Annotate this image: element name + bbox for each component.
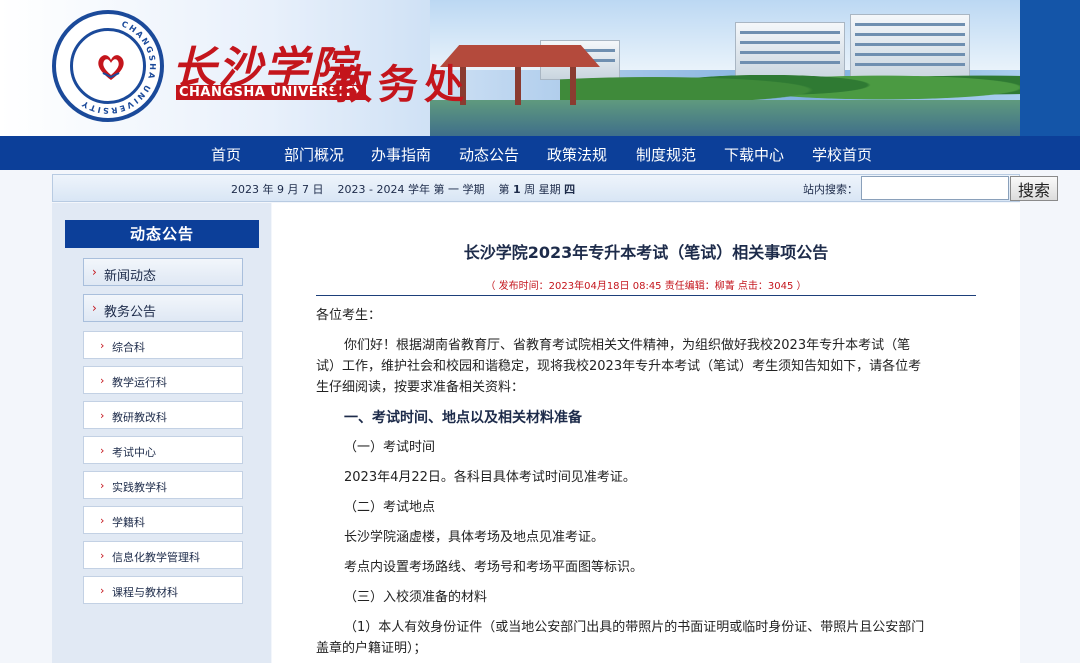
- chevron-right-icon: ›: [100, 549, 105, 562]
- article-intro-line: 你们好！根据湖南省教育厅、省教育考试院相关文件精神，为组织做好我校2023年专升…: [344, 338, 911, 353]
- logo-emblem: [70, 28, 146, 104]
- nav-home[interactable]: 首页: [211, 144, 241, 165]
- sidebar-item-reform[interactable]: › 教研教改科: [83, 401, 243, 429]
- article-meta: （ 发布时间：2023年04月18日 08:45 责任编辑：柳菁 点击：3045…: [485, 281, 807, 292]
- heart-book-icon: [98, 55, 124, 80]
- banner-edge: [1020, 0, 1080, 136]
- article-intro-line: 生仔细阅读，按要求准备相关资料：: [316, 380, 525, 395]
- article-paragraph: 长沙学院涵虚楼，具体考场及地点见准考证。: [344, 530, 605, 545]
- section-heading: 一、考试时间、地点以及相关材料准备: [344, 410, 582, 426]
- article-paragraph: 盖章的户籍证明）；: [316, 641, 427, 656]
- article-greeting: 各位考生：: [316, 308, 382, 323]
- article-paragraph: 2023年4月22日。各科目具体考试时间见准考证。: [344, 470, 636, 485]
- nav-guide[interactable]: 办事指南: [371, 144, 431, 165]
- nav-school-home[interactable]: 学校首页: [812, 144, 872, 165]
- main-nav: 首页 部门概况 办事指南 动态公告 政策法规 制度规范 下载中心 学校首页: [0, 136, 1080, 170]
- search-button[interactable]: 搜索: [1010, 176, 1058, 201]
- chevron-right-icon: ›: [92, 265, 97, 279]
- chevron-right-icon: ›: [100, 584, 105, 597]
- chevron-right-icon: ›: [92, 301, 97, 315]
- office-name: 教务处: [332, 61, 470, 108]
- sidebar-item-notices[interactable]: › 教务公告: [83, 294, 243, 322]
- academic-date: 2023 年 9 月 7 日 2023 - 2024 学年 第 一 学期 第 1…: [231, 183, 576, 196]
- title-divider: [316, 295, 976, 296]
- chevron-right-icon: ›: [100, 409, 105, 422]
- article-title: 长沙学院2023年专升本考试（笔试）相关事项公告: [463, 243, 829, 262]
- sidebar: 动态公告 › 新闻动态 › 教务公告 › 综合科 › 教学运行科 › 教研教改科…: [52, 203, 271, 663]
- sidebar-item-general[interactable]: › 综合科: [83, 331, 243, 359]
- chevron-right-icon: ›: [100, 444, 105, 457]
- nav-downloads[interactable]: 下载中心: [724, 144, 784, 165]
- sidebar-item-practice[interactable]: › 实践教学科: [83, 471, 243, 499]
- chevron-right-icon: ›: [100, 479, 105, 492]
- nav-regulations[interactable]: 制度规范: [636, 144, 696, 165]
- subsection-heading: （三）入校须准备的材料: [344, 590, 488, 605]
- sidebar-item-registry[interactable]: › 学籍科: [83, 506, 243, 534]
- article: 长沙学院2023年专升本考试（笔试）相关事项公告 （ 发布时间：2023年04月…: [272, 203, 1020, 663]
- sidebar-item-news[interactable]: › 新闻动态: [83, 258, 243, 286]
- chevron-right-icon: ›: [100, 339, 105, 352]
- sidebar-title: 动态公告: [65, 220, 259, 248]
- search-input[interactable]: [861, 176, 1009, 200]
- nav-department[interactable]: 部门概况: [284, 144, 344, 165]
- search-label: 站内搜索：: [803, 183, 858, 196]
- date-search-bar: 2023 年 9 月 7 日 2023 - 2024 学年 第 一 学期 第 1…: [52, 174, 1058, 202]
- banner-water: [430, 100, 1020, 136]
- nav-announcements[interactable]: 动态公告: [459, 144, 519, 165]
- header-banner: CHANGSHA UNIVERSITY 长沙学院 CHANGSHA UNIVER…: [0, 0, 1080, 136]
- chevron-right-icon: ›: [100, 374, 105, 387]
- sidebar-item-courses[interactable]: › 课程与教材科: [83, 576, 243, 604]
- subsection-heading: （一）考试时间: [344, 440, 436, 455]
- chevron-right-icon: ›: [100, 514, 105, 527]
- sidebar-item-operations[interactable]: › 教学运行科: [83, 366, 243, 394]
- article-paragraph: （1）本人有效身份证件（或当地公安部门出具的带照片的书面证明或临时身份证、带照片…: [344, 620, 925, 635]
- university-logo[interactable]: CHANGSHA UNIVERSITY: [52, 10, 164, 122]
- sidebar-item-it-management[interactable]: › 信息化教学管理科: [83, 541, 243, 569]
- nav-policies[interactable]: 政策法规: [547, 144, 607, 165]
- subsection-heading: （二）考试地点: [344, 500, 436, 515]
- sidebar-item-exam-center[interactable]: › 考试中心: [83, 436, 243, 464]
- article-paragraph: 考点内设置考场路线、考场号和考场平面图等标识。: [344, 560, 644, 575]
- article-intro-line: 试）工作，维护社会和校园和谐稳定，现将我校2023年专升本考试（笔试）考生须知告…: [316, 359, 922, 374]
